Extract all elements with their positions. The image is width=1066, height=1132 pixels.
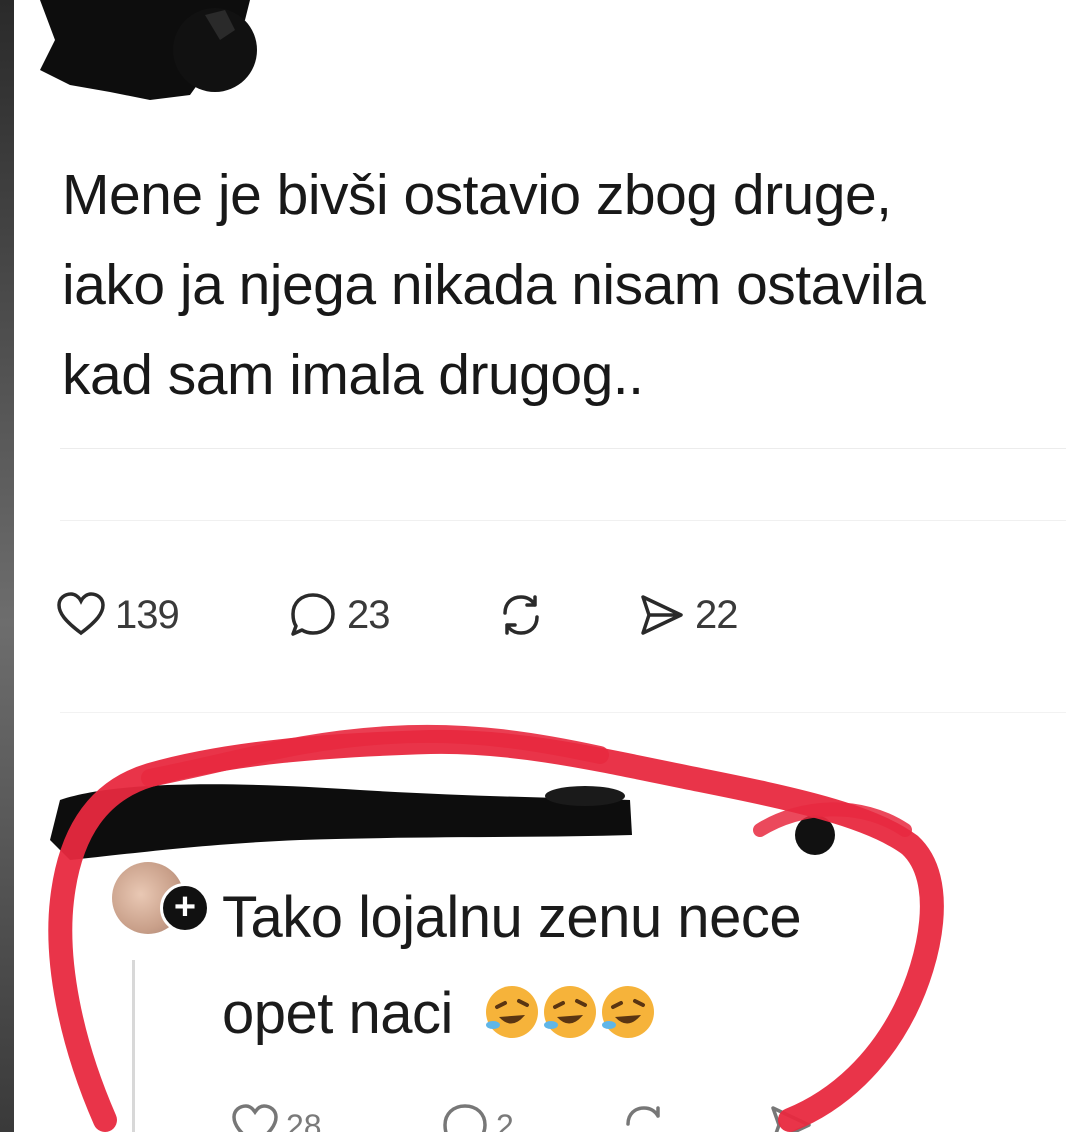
redacted-username	[50, 784, 835, 860]
redacted-avatar	[40, 0, 257, 100]
share-count: 22	[695, 592, 738, 637]
divider	[60, 520, 1066, 521]
comment-button[interactable]: 23	[287, 585, 390, 645]
follow-plus-icon[interactable]: +	[160, 883, 210, 933]
reply-line: opet naci	[222, 981, 453, 1046]
reply-like-count: 28	[286, 1108, 322, 1132]
laughing-emoji-icon	[539, 976, 601, 1038]
post-line: Mene je bivši ostavio zbog druge,	[62, 163, 892, 227]
post-actions: 139 23 22	[55, 585, 815, 645]
repost-icon[interactable]	[618, 1100, 668, 1132]
reply-text: Tako lojalnu zenu nece opet naci	[222, 870, 802, 1062]
share-button[interactable]: 22	[635, 585, 738, 645]
post-text: Mene je bivši ostavio zbog druge, iako j…	[62, 150, 1062, 420]
send-icon[interactable]	[765, 1100, 815, 1132]
reply-line: Tako lojalnu zenu nece	[222, 885, 802, 950]
like-count: 139	[115, 592, 180, 637]
laughing-emoji-icon	[481, 976, 543, 1038]
comment-count: 23	[347, 592, 390, 637]
heart-icon[interactable]	[230, 1100, 280, 1132]
thread-line	[132, 960, 135, 1132]
left-edge-frame	[0, 0, 14, 1132]
laughing-emoji-icon	[597, 976, 659, 1038]
post-line: kad sam imala drugog..	[62, 343, 644, 407]
divider	[60, 448, 1066, 449]
like-button[interactable]: 139	[55, 585, 180, 645]
divider	[60, 712, 1066, 713]
comment-icon[interactable]	[440, 1100, 490, 1132]
send-icon	[641, 595, 683, 635]
repost-button[interactable]	[495, 585, 547, 645]
post-line: iako ja njega nikada nisam ostavila	[62, 253, 926, 317]
heart-icon	[57, 592, 105, 636]
repost-icon	[503, 595, 539, 635]
reply-actions: 28 2	[220, 1100, 840, 1132]
comment-icon	[291, 593, 335, 636]
reply-comment-count: 2	[496, 1108, 514, 1132]
